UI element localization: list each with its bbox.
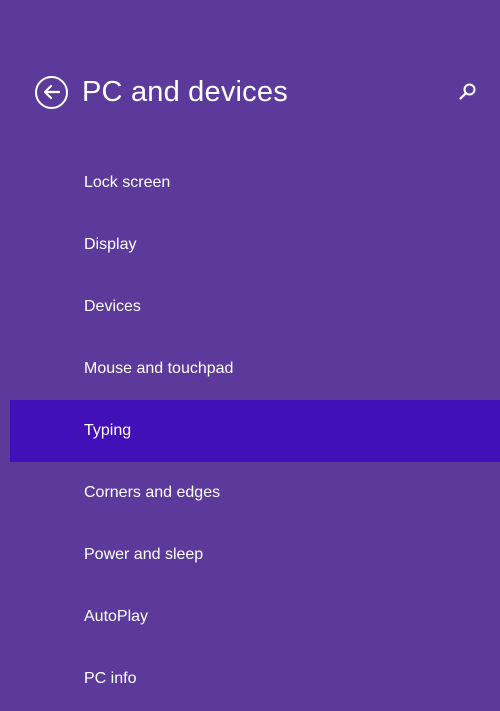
nav-item-corners-and-edges[interactable]: Corners and edges xyxy=(10,462,500,524)
back-arrow-icon xyxy=(43,84,60,100)
header: PC and devices xyxy=(35,72,486,112)
nav-item-power-and-sleep[interactable]: Power and sleep xyxy=(10,524,500,586)
nav-item-lock-screen[interactable]: Lock screen xyxy=(10,152,500,214)
nav-item-autoplay[interactable]: AutoPlay xyxy=(10,586,500,648)
search-icon xyxy=(459,83,476,100)
nav-item-typing[interactable]: Typing xyxy=(10,400,500,462)
search-button[interactable] xyxy=(458,82,478,102)
nav-item-mouse-and-touchpad[interactable]: Mouse and touchpad xyxy=(10,338,500,400)
nav-item-devices[interactable]: Devices xyxy=(10,276,500,338)
page-title: PC and devices xyxy=(82,75,288,108)
nav-item-display[interactable]: Display xyxy=(10,214,500,276)
settings-pane: PC and devices Lock screen Display Devic… xyxy=(0,0,500,711)
nav-item-pc-info[interactable]: PC info xyxy=(10,648,500,710)
back-button[interactable] xyxy=(35,75,68,109)
settings-nav-list: Lock screen Display Devices Mouse and to… xyxy=(10,152,500,710)
